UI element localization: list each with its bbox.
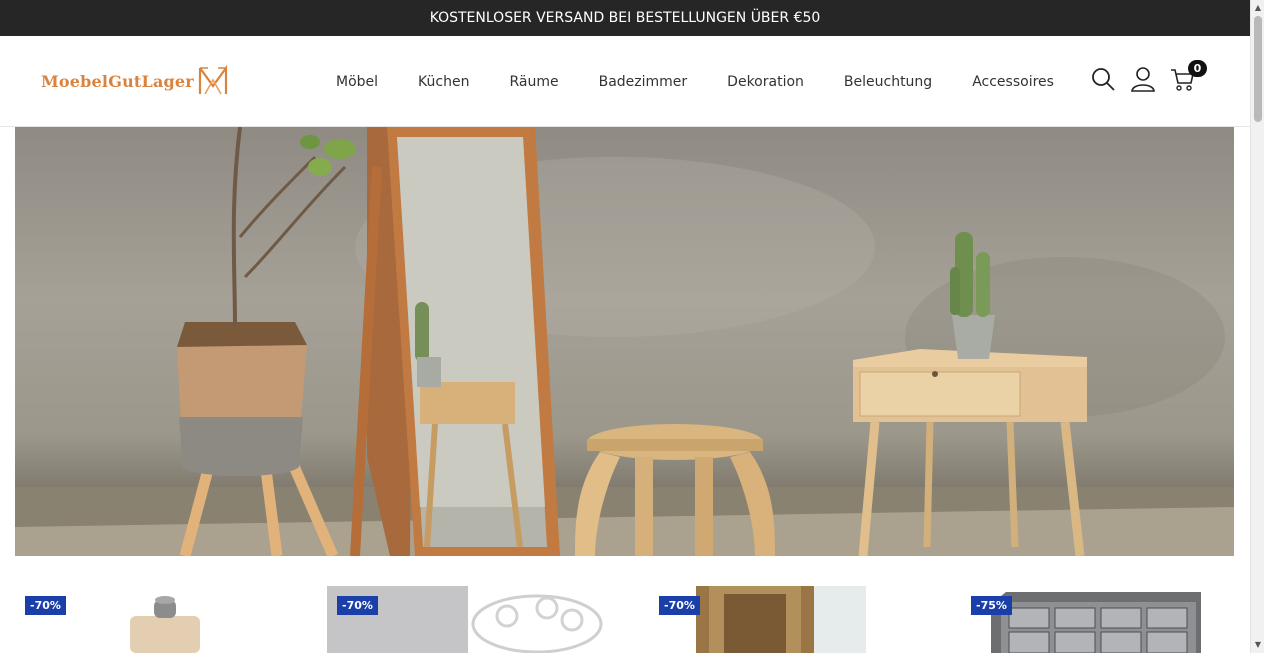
user-icon (1131, 67, 1155, 92)
site-header: MoebelGutLager Möbel Küchen Räume Badezi… (0, 36, 1250, 127)
product-card[interactable]: -70% (327, 586, 617, 653)
nav-item-dekoration[interactable]: Dekoration (707, 74, 824, 90)
cart-button[interactable]: 0 (1170, 60, 1207, 92)
nav-item-moebel[interactable]: Möbel (316, 74, 398, 90)
announcement-bar: KOSTENLOSER VERSAND BEI BESTELLUNGEN ÜBE… (0, 0, 1250, 36)
discount-badge: -70% (337, 596, 378, 615)
search-button[interactable] (1090, 66, 1116, 92)
nav-item-raeume[interactable]: Räume (489, 74, 578, 90)
brand-logo[interactable]: MoebelGutLager (41, 64, 228, 98)
product-card[interactable]: -75% (961, 586, 1251, 653)
product-card[interactable]: -70% (15, 586, 305, 653)
announcement-text: KOSTENLOSER VERSAND BEI BESTELLUNGEN ÜBE… (429, 10, 821, 26)
main-nav: Möbel Küchen Räume Badezimmer Dekoration… (316, 36, 1074, 127)
hero-banner[interactable] (15, 127, 1234, 556)
account-button[interactable] (1130, 66, 1156, 92)
product-card[interactable]: -70% (649, 586, 939, 653)
search-icon (1092, 68, 1115, 91)
brand-name: MoebelGutLager (41, 71, 194, 91)
nav-item-beleuchtung[interactable]: Beleuchtung (824, 74, 952, 90)
nav-item-accessoires[interactable]: Accessoires (952, 74, 1074, 90)
nav-item-kuechen[interactable]: Küchen (398, 74, 489, 90)
scrollbar-thumb[interactable] (1254, 16, 1262, 122)
nav-item-badezimmer[interactable]: Badezimmer (579, 74, 708, 90)
cart-count-badge: 0 (1188, 60, 1207, 77)
discount-badge: -70% (659, 596, 700, 615)
discount-badge: -70% (25, 596, 66, 615)
scroll-down-icon[interactable]: ▼ (1254, 641, 1262, 649)
hero-image (15, 127, 1234, 556)
product-grid: -70% -70% -70% -75% (15, 586, 1234, 653)
header-actions: 0 (1090, 60, 1207, 92)
scroll-up-icon[interactable]: ▲ (1254, 4, 1262, 12)
brand-mark-icon (198, 64, 228, 95)
discount-badge: -75% (971, 596, 1012, 615)
page-scrollbar[interactable]: ▲ ▼ (1250, 0, 1264, 653)
